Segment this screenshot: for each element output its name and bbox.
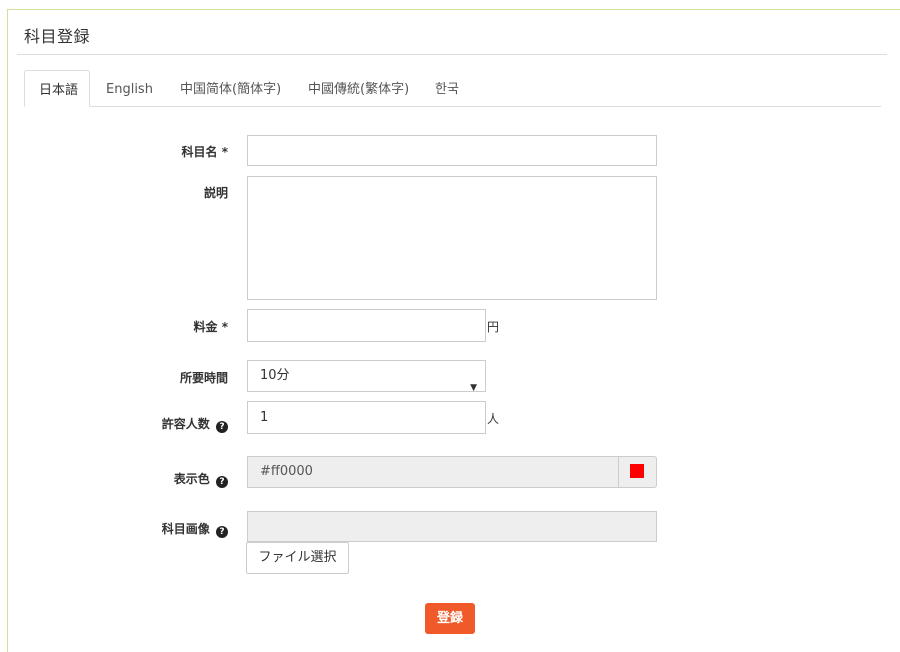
help-icon[interactable]: ? <box>216 476 228 488</box>
choose-file-button[interactable]: ファイル選択 <box>246 542 349 574</box>
panel-title: 科目登録 <box>24 27 91 46</box>
color-label: 表示色 ? <box>108 470 228 488</box>
tab-korean[interactable]: 한국 <box>421 70 473 106</box>
color-picker-button[interactable] <box>618 456 657 488</box>
price-input[interactable] <box>247 309 486 342</box>
description-label: 説明 <box>203 186 228 200</box>
duration-select[interactable]: 10分 ▼ <box>247 360 486 393</box>
capacity-unit: 人 <box>487 412 500 426</box>
tab-chinese-traditional[interactable]: 中國傳統(繁体字) <box>294 70 423 106</box>
color-label-text: 表示色 <box>173 472 210 486</box>
capacity-input[interactable]: 1 <box>247 401 486 434</box>
tab-english[interactable]: English <box>92 70 167 106</box>
register-button[interactable]: 登録 <box>425 603 475 634</box>
capacity-label-text: 許容人数 <box>161 417 210 431</box>
image-label: 科目画像 ? <box>108 520 228 538</box>
title-divider <box>17 54 887 55</box>
price-label: 料金 * <box>193 320 228 334</box>
image-label-text: 科目画像 <box>161 522 210 536</box>
tab-japanese[interactable]: 日本語 <box>24 70 90 107</box>
capacity-label: 許容人数 ? <box>108 415 228 433</box>
duration-label: 所要時間 <box>179 371 228 385</box>
duration-selected-value: 10分 <box>260 368 290 383</box>
color-input[interactable]: #ff0000 <box>247 456 619 488</box>
help-icon[interactable]: ? <box>216 526 228 538</box>
color-swatch <box>630 464 644 478</box>
chevron-down-icon: ▼ <box>470 383 477 393</box>
description-textarea[interactable] <box>247 176 657 300</box>
language-tabs: 日本語 English 中国简体(簡体字) 中國傳統(繁体字) 한국 <box>24 70 881 107</box>
price-unit: 円 <box>487 320 500 334</box>
help-icon[interactable]: ? <box>216 421 228 433</box>
tab-chinese-simplified[interactable]: 中国简体(簡体字) <box>166 70 295 106</box>
image-path-display <box>247 511 657 542</box>
name-label: 科目名 * <box>181 145 228 159</box>
name-input[interactable] <box>247 135 657 166</box>
